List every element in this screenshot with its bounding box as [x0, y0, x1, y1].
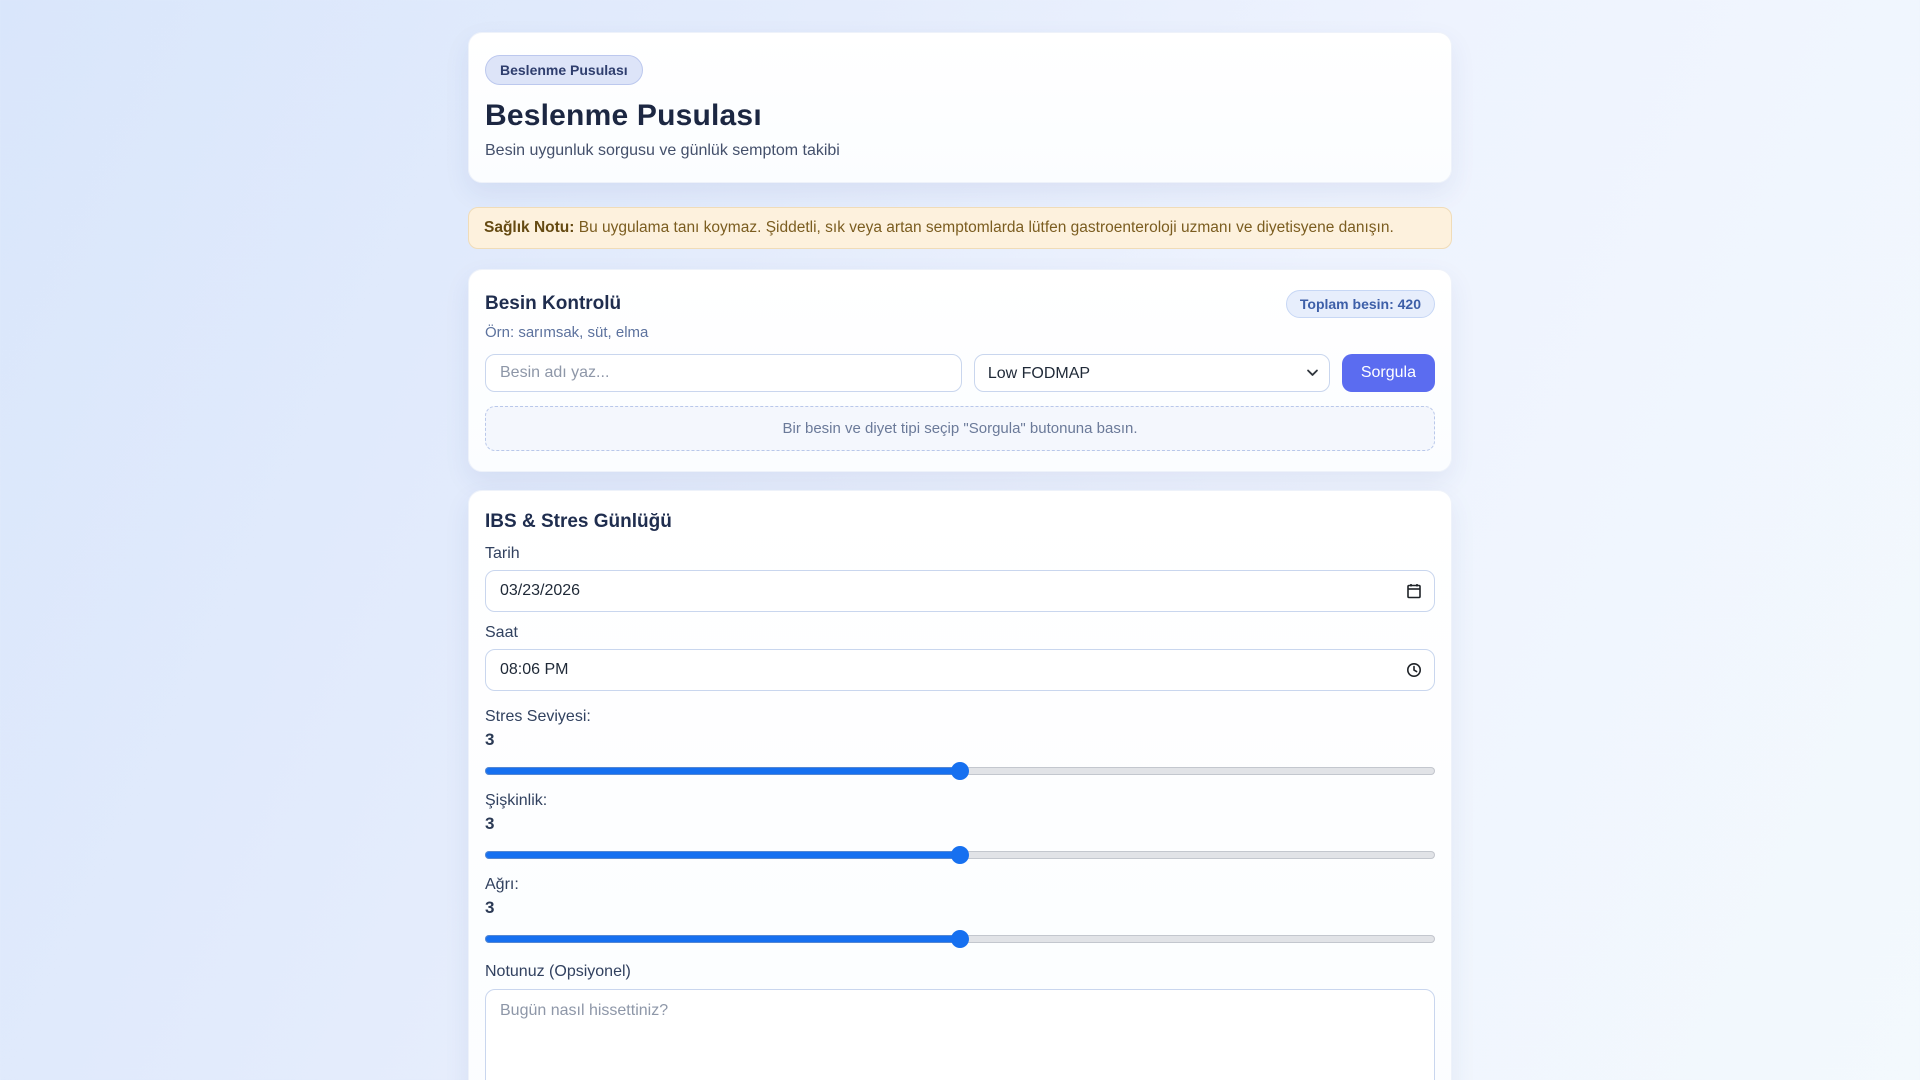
total-food-badge: Toplam besin: 420 — [1286, 290, 1435, 318]
pain-slider-group: Ağrı: 3 — [485, 876, 1435, 943]
pain-label: Ağrı: — [485, 876, 1435, 894]
pain-value: 3 — [485, 898, 1435, 918]
bloating-slider[interactable] — [485, 851, 1435, 859]
food-check-title: Besin Kontrolü — [485, 293, 621, 315]
note-textarea[interactable] — [485, 989, 1435, 1080]
header-card: Beslenme Pusulası Beslenme Pusulası Besi… — [468, 32, 1452, 183]
food-check-card: Besin Kontrolü Toplam besin: 420 Örn: sa… — [468, 269, 1452, 472]
food-name-input[interactable] — [485, 354, 962, 392]
diet-select-wrap: Low FODMAP — [974, 354, 1330, 392]
pain-slider[interactable] — [485, 935, 1435, 943]
health-note-text: Bu uygulama tanı koymaz. Şiddetli, sık v… — [579, 219, 1394, 236]
stress-slider-group: Stres Seviyesi: 3 — [485, 708, 1435, 775]
journal-card: IBS & Stres Günlüğü Tarih Saat Stres Sev… — [468, 490, 1452, 1080]
bloating-slider-group: Şişkinlik: 3 — [485, 792, 1435, 859]
page-subtitle: Besin uygunluk sorgusu ve günlük semptom… — [485, 142, 1435, 160]
stress-label: Stres Seviyesi: — [485, 708, 1435, 726]
note-label: Notunuz (Opsiyonel) — [485, 963, 1435, 981]
food-check-header: Besin Kontrolü Toplam besin: 420 — [485, 290, 1435, 318]
diet-type-select[interactable]: Low FODMAP — [974, 354, 1330, 392]
time-label: Saat — [485, 624, 1435, 642]
stress-value: 3 — [485, 730, 1435, 750]
bloating-value: 3 — [485, 814, 1435, 834]
query-row: Low FODMAP Sorgula — [485, 354, 1435, 392]
date-label: Tarih — [485, 545, 1435, 563]
time-field-wrap — [485, 649, 1435, 691]
app-badge: Beslenme Pusulası — [485, 55, 643, 85]
health-note-label: Sağlık Notu: — [484, 219, 574, 236]
stress-slider[interactable] — [485, 767, 1435, 775]
main-column: Beslenme Pusulası Beslenme Pusulası Besi… — [468, 0, 1452, 1080]
date-field-wrap — [485, 570, 1435, 612]
food-example-hint: Örn: sarımsak, süt, elma — [485, 324, 1435, 341]
query-result-placeholder: Bir besin ve diyet tipi seçip "Sorgula" … — [485, 406, 1435, 451]
date-input[interactable] — [485, 570, 1435, 612]
journal-title: IBS & Stres Günlüğü — [485, 511, 1435, 533]
health-note-banner: Sağlık Notu: Bu uygulama tanı koymaz. Şi… — [468, 207, 1452, 249]
page-title: Beslenme Pusulası — [485, 99, 1435, 133]
bloating-label: Şişkinlik: — [485, 792, 1435, 810]
time-input[interactable] — [485, 649, 1435, 691]
query-button[interactable]: Sorgula — [1342, 354, 1435, 392]
